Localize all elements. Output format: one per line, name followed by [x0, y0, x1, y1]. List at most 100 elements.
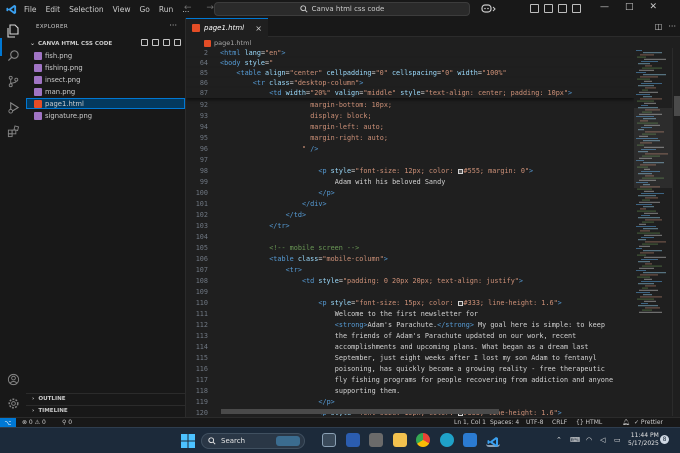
store-icon[interactable]: [463, 433, 477, 447]
code-line[interactable]: 100 </p>: [186, 188, 634, 198]
app-icon[interactable]: [369, 433, 383, 447]
outline-section[interactable]: › OUTLINE: [26, 393, 185, 404]
run-debug-icon[interactable]: [4, 98, 22, 116]
file-item[interactable]: insect.png: [26, 74, 185, 85]
code-line[interactable]: 97: [186, 155, 634, 165]
new-folder-icon[interactable]: [152, 39, 159, 46]
notification-badge[interactable]: 8: [660, 435, 669, 444]
horizontal-scrollbar[interactable]: [221, 409, 499, 414]
code-line[interactable]: 117 fly fishing programs for people recov…: [186, 375, 634, 385]
encoding[interactable]: UTF-8: [526, 419, 544, 426]
code-line[interactable]: 103 </tr>: [186, 221, 634, 231]
code-line[interactable]: 107 <tr>: [186, 265, 634, 275]
prettier-status[interactable]: ✓ Prettier: [634, 419, 663, 426]
code-line[interactable]: 96 " />: [186, 144, 634, 154]
explorer-icon[interactable]: [4, 22, 22, 40]
menu-view[interactable]: View: [113, 5, 131, 14]
account-icon[interactable]: [4, 370, 22, 388]
battery-icon[interactable]: ▭: [614, 436, 621, 444]
menu-file[interactable]: File: [24, 5, 37, 14]
line-ending[interactable]: CRLF: [552, 419, 567, 426]
code-line[interactable]: 108 <td style="padding: 0 20px 20px; text…: [186, 276, 634, 286]
code-line[interactable]: 109: [186, 287, 634, 297]
new-file-icon[interactable]: [141, 39, 148, 46]
volume-icon[interactable]: ◁: [600, 436, 605, 444]
sticky-scroll-line[interactable]: 87 <td width="20%" valign="middle" style=…: [186, 88, 634, 98]
collapse-all-icon[interactable]: [174, 39, 181, 46]
file-item[interactable]: fish.png: [26, 50, 185, 61]
minimap[interactable]: [634, 48, 672, 416]
vertical-scrollbar[interactable]: [672, 48, 680, 416]
code-line[interactable]: 99 Adam with his beloved Sandy: [186, 177, 634, 187]
file-item[interactable]: page1.html: [26, 98, 185, 109]
code-line[interactable]: 101 </div>: [186, 199, 634, 209]
breadcrumb-file[interactable]: page1.html: [214, 39, 251, 47]
code-line[interactable]: 105 <!-- mobile screen -->: [186, 243, 634, 253]
sticky-scroll-line[interactable]: 86 <tr class="desktop-column">: [186, 78, 634, 88]
file-item[interactable]: fishing.png: [26, 62, 185, 73]
refresh-icon[interactable]: [163, 39, 170, 46]
code-line[interactable]: 102 </td>: [186, 210, 634, 220]
chrome-icon[interactable]: [416, 433, 430, 447]
code-line[interactable]: 94 margin-left: auto;: [186, 122, 634, 132]
minimap-viewport[interactable]: [634, 108, 672, 188]
extensions-icon[interactable]: [4, 122, 22, 140]
code-line[interactable]: 115 September, just eight weeks after I l…: [186, 353, 634, 363]
sticky-scroll-line[interactable]: 2 <html lang="en">: [186, 48, 634, 58]
toggle-panel-icon[interactable]: [544, 4, 553, 13]
taskbar-search[interactable]: Search: [201, 433, 305, 449]
color-swatch[interactable]: [457, 168, 463, 174]
code-line[interactable]: 92 margin-bottom: 10px;: [186, 100, 634, 110]
command-center-search[interactable]: Canva html css code: [214, 2, 470, 16]
tab-page1-html[interactable]: page1.html ×: [186, 18, 268, 37]
menu-selection[interactable]: Selection: [69, 5, 104, 14]
maximize-button[interactable]: □: [625, 2, 634, 12]
split-editor-icon[interactable]: ◫: [655, 22, 663, 31]
widgets-icon[interactable]: [346, 433, 360, 447]
customize-layout-icon[interactable]: [572, 4, 581, 13]
ports-indicator[interactable]: ⚲ 0: [62, 419, 72, 426]
code-line[interactable]: 112 <strong>Adam's Parachute.</strong> My…: [186, 320, 634, 330]
code-line[interactable]: 93 display: block;: [186, 111, 634, 121]
minimize-button[interactable]: —: [600, 2, 609, 12]
scrollbar-thumb[interactable]: [674, 96, 680, 116]
cursor-position[interactable]: Ln 1, Col 1: [454, 419, 486, 426]
close-window-button[interactable]: ✕: [650, 2, 658, 12]
code-line[interactable]: 98 <p style="font-size: 12px; color: #555…: [186, 166, 634, 176]
settings-gear-icon[interactable]: [4, 394, 22, 412]
file-item[interactable]: signature.png: [26, 110, 185, 121]
menu-go[interactable]: Go: [139, 5, 149, 14]
code-line[interactable]: 114 accomplishments and upcoming plans. W…: [186, 342, 634, 352]
menu-run[interactable]: Run: [159, 5, 173, 14]
timeline-section[interactable]: › TIMELINE: [26, 405, 185, 416]
chevron-up-icon[interactable]: ⌃: [556, 436, 562, 444]
vscode-taskbar-icon[interactable]: [486, 433, 500, 447]
code-line[interactable]: 118 supporting them.: [186, 386, 634, 396]
sticky-scroll-line[interactable]: 64 <body style=": [186, 58, 634, 68]
code-line[interactable]: 95 margin-right: auto;: [186, 133, 634, 143]
color-swatch[interactable]: [457, 300, 463, 306]
code-line[interactable]: 111 Welcome to the first newsletter for: [186, 309, 634, 319]
edge-icon[interactable]: [440, 433, 454, 447]
bell-icon[interactable]: 🔔︎: [622, 419, 630, 426]
file-explorer-icon[interactable]: [393, 433, 407, 447]
code-line[interactable]: 113 the friends of Adam's Parachute updat…: [186, 331, 634, 341]
code-line[interactable]: 110 <p style="font-size: 15px; color: #33…: [186, 298, 634, 308]
code-line[interactable]: 106 <table class="mobile-column">: [186, 254, 634, 264]
clock[interactable]: 11:44 PM 5/17/2025: [628, 432, 659, 448]
search-icon[interactable]: [4, 46, 22, 64]
toggle-secondary-sidebar-icon[interactable]: [558, 4, 567, 13]
code-line[interactable]: 119 </p>: [186, 397, 634, 407]
explorer-more-button[interactable]: ···: [169, 21, 177, 30]
toggle-sidebar-icon[interactable]: [530, 4, 539, 13]
sticky-scroll-line[interactable]: 85 <table align="center" cellpadding="0" …: [186, 68, 634, 78]
source-control-icon[interactable]: [4, 72, 22, 90]
code-line[interactable]: 116 poisoning, has quickly become a growi…: [186, 364, 634, 374]
task-view-icon[interactable]: [322, 433, 336, 447]
wifi-icon[interactable]: ◠: [586, 436, 592, 444]
language-mode[interactable]: {} HTML: [576, 419, 602, 426]
windows-start-icon[interactable]: [181, 433, 195, 448]
code-editor[interactable]: 92 margin-bottom: 10px; 93 display: block; 9…: [186, 48, 634, 416]
more-actions-icon[interactable]: ···: [668, 22, 676, 31]
code-line[interactable]: 104: [186, 232, 634, 242]
